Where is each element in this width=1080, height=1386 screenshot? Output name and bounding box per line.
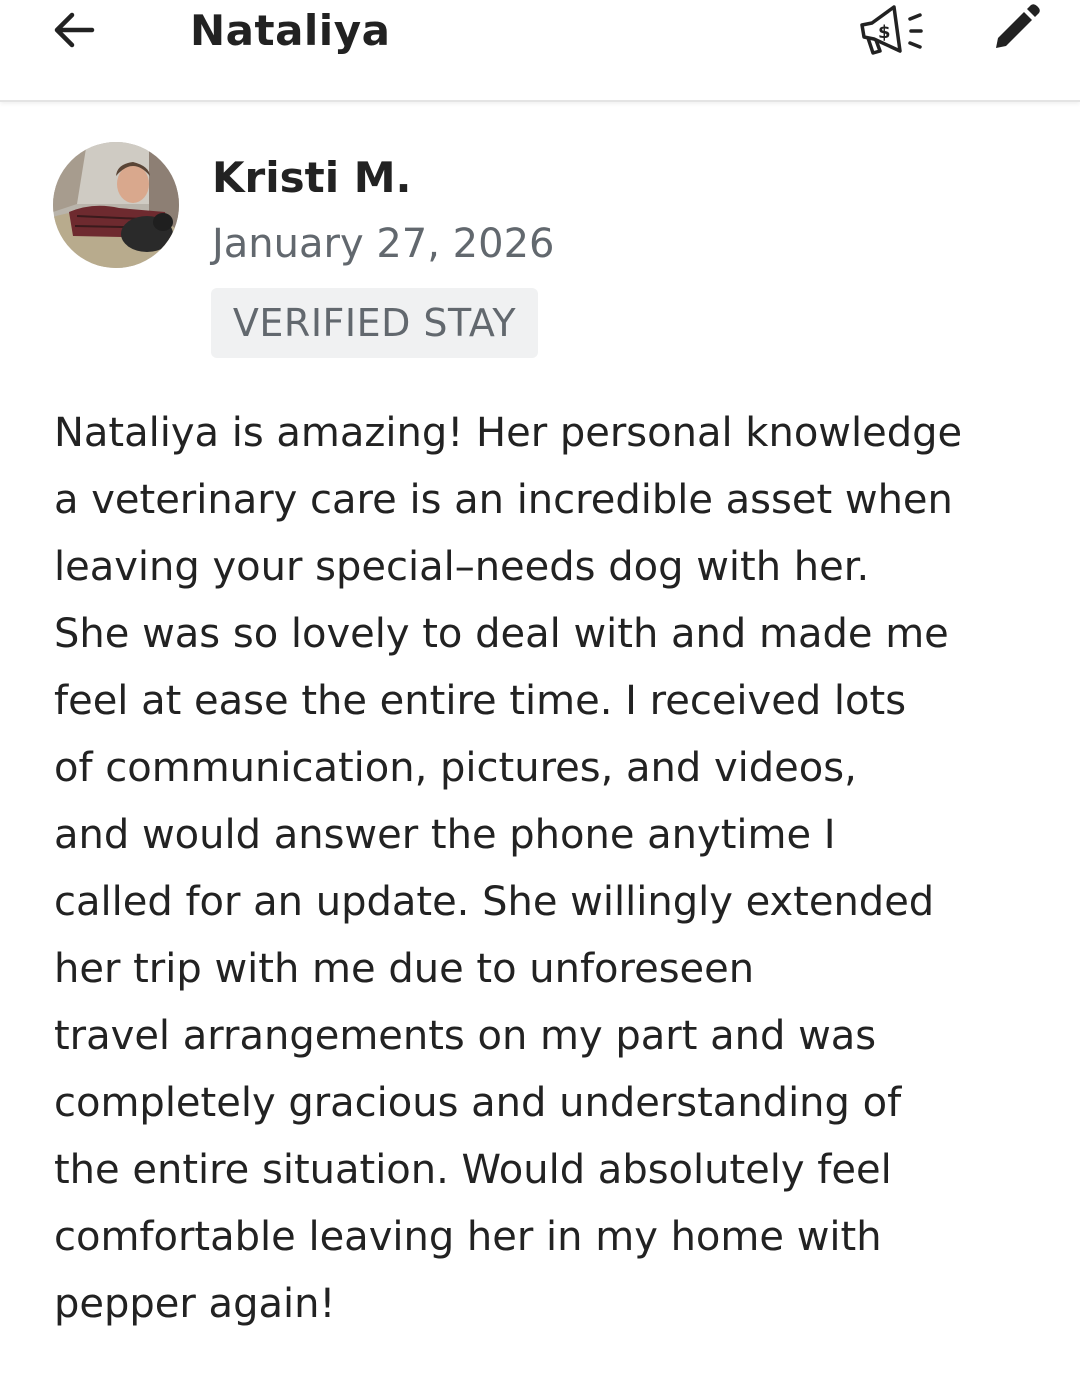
review-date: January 27, 2026 [212,221,555,267]
verified-stay-badge: VERIFIED STAY [211,288,538,358]
review-text: Nataliya is amazing! Her personal knowle… [54,400,1044,1338]
arrow-left-icon [54,12,95,48]
megaphone-dollar-icon: $ [860,5,923,55]
review-line: completely gracious and understanding of [54,1080,902,1126]
review-line: and would answer the phone anytime I [54,812,836,858]
review-line: Nataliya is amazing! Her personal knowle… [54,410,963,456]
review-line: She was so lovely to deal with and made … [54,611,949,657]
review-line: pepper again! [54,1281,336,1327]
review-line: leaving your special–needs dog with her. [54,544,870,590]
reviewer-name: Kristi M. [212,153,412,202]
verified-stay-label: VERIFIED STAY [232,301,517,345]
review-line: feel at ease the entire time. I received… [54,678,907,724]
review-line: a veterinary care is an incredible asset… [54,477,953,523]
review-line: comfortable leaving her in my home with [54,1214,882,1260]
pencil-icon [996,4,1040,48]
edit-button[interactable] [985,0,1047,56]
review-line: of communication, pictures, and videos, [54,745,857,791]
review-line: travel arrangements on my part and was [54,1013,877,1059]
svg-text:$: $ [878,22,891,43]
review-line: called for an update. She willingly exte… [54,879,935,925]
reviewer-avatar [53,142,179,268]
review-line: the entire situation. Would absolutely f… [54,1147,892,1193]
review-line: her trip with me due to unforeseen [54,946,755,992]
top-bar: Nataliya $ [0,0,1080,102]
back-button[interactable] [44,2,104,58]
promote-button[interactable]: $ [852,0,928,62]
page-title: Nataliya [190,6,391,55]
